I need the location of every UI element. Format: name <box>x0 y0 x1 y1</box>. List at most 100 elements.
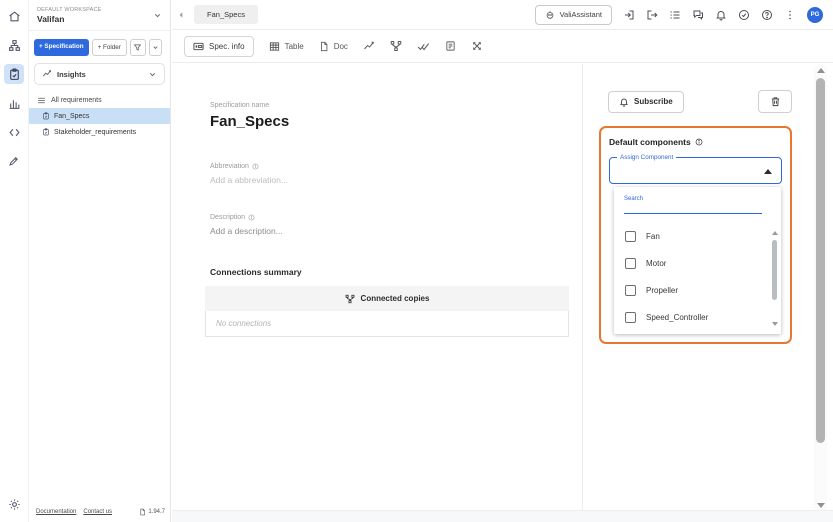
side-detail-panel: Subscribe Default components Assign Comp… <box>583 64 833 510</box>
all-requirements-row[interactable]: All requirements <box>29 93 170 108</box>
vali-assistant-button[interactable]: ValiAssistant <box>535 5 612 25</box>
spec-doc-icon <box>42 112 50 120</box>
subscribe-button[interactable]: Subscribe <box>608 91 684 113</box>
settings-gear-icon[interactable] <box>4 494 24 514</box>
abbreviation-label: Abbreviation <box>210 163 582 170</box>
collapse-sidebar-icon[interactable] <box>177 11 185 19</box>
scripting-icon[interactable] <box>4 122 24 142</box>
assign-component-select[interactable]: Assign Component <box>609 157 782 184</box>
connected-copies-icon <box>345 294 355 304</box>
tab-spec-info[interactable]: Spec. info <box>184 36 254 57</box>
default-components-label: Default components <box>609 137 691 147</box>
scroll-up-icon[interactable] <box>772 231 778 235</box>
help-icon[interactable] <box>761 9 773 21</box>
checkbox-fan[interactable] <box>625 231 636 242</box>
option-motor[interactable]: Motor <box>614 250 781 277</box>
search-underline <box>624 213 762 214</box>
connected-copies-label: Connected copies <box>361 294 430 303</box>
sidebar-footer: Documentation Contact us 1.94.7 <box>36 508 165 516</box>
collapse-arrow-icon[interactable] <box>764 169 772 174</box>
checkbox-motor[interactable] <box>625 258 636 269</box>
product-tree-icon[interactable] <box>4 35 24 55</box>
import-icon[interactable] <box>623 9 635 21</box>
notifications-bell-icon[interactable] <box>715 9 727 21</box>
contact-us-link[interactable]: Contact us <box>83 509 112 515</box>
tasks-icon[interactable] <box>669 9 681 21</box>
horizontal-scroll-strip <box>172 510 833 522</box>
option-speed-controller[interactable]: Speed_Controller <box>614 304 781 331</box>
sidebar-item-fan-specs[interactable]: Fan_Specs <box>29 108 170 124</box>
release-notes-icon <box>139 508 146 516</box>
add-specification-button[interactable]: + Specification <box>34 39 89 56</box>
spec-name-value[interactable]: Fan_Specs <box>210 113 582 130</box>
main-scrollbar[interactable] <box>814 66 827 510</box>
scroll-down-icon[interactable] <box>817 503 825 508</box>
assistant-robot-icon <box>545 10 555 20</box>
app-window: DEFAULT WORKSPACE Valifan + Specificatio… <box>0 0 833 522</box>
main-area: Fan_Specs ValiAssistant PG Spec. <box>172 0 833 522</box>
verification-check-icon[interactable] <box>417 40 430 53</box>
connections-empty-row: No connections <box>205 311 569 337</box>
analyses-icon[interactable] <box>4 93 24 113</box>
hierarchy-view-icon[interactable] <box>390 40 402 52</box>
tab-table[interactable]: Table <box>269 41 304 52</box>
default-components-title: Default components <box>609 137 782 147</box>
chevron-down-icon <box>148 70 157 79</box>
chart-view-icon[interactable] <box>363 40 375 52</box>
documentation-link[interactable]: Documentation <box>36 509 76 515</box>
requirements-icon[interactable] <box>4 64 24 84</box>
option-label: Propeller <box>646 286 678 295</box>
comments-icon[interactable] <box>692 9 704 21</box>
dropdown-scrollbar[interactable] <box>772 231 778 326</box>
delete-button[interactable] <box>758 90 792 113</box>
info-icon <box>252 163 259 170</box>
home-icon[interactable] <box>4 6 24 26</box>
checkbox-propeller[interactable] <box>625 285 636 296</box>
sidebar-item-label: Stakeholder_requirements <box>54 129 136 136</box>
description-field[interactable]: Add a description... <box>210 226 582 236</box>
subscribe-bell-icon <box>619 97 629 107</box>
form-view-icon[interactable] <box>445 40 456 52</box>
insights-toggle[interactable]: Insights <box>34 63 165 85</box>
option-label: Motor <box>646 259 666 268</box>
version-info: 1.94.7 <box>139 508 165 516</box>
scroll-down-icon[interactable] <box>772 322 778 326</box>
insights-label: Insights <box>57 70 143 79</box>
abbreviation-field[interactable]: Add a abbreviation... <box>210 175 582 185</box>
connections-cross-icon[interactable] <box>471 40 483 52</box>
content-area: Specification name Fan_Specs Abbreviatio… <box>172 64 833 510</box>
list-icon <box>37 96 46 105</box>
chevron-down-icon <box>153 11 162 20</box>
sidebar-item-stakeholder-requirements[interactable]: Stakeholder_requirements <box>29 124 170 140</box>
component-dropdown: Search Fan Motor <box>614 187 781 334</box>
more-options-button[interactable] <box>149 39 162 56</box>
main-scroll-thumb[interactable] <box>816 78 825 443</box>
tab-fan-specs[interactable]: Fan_Specs <box>194 5 258 24</box>
workspace-name: Valifan <box>37 14 153 24</box>
option-propeller[interactable]: Propeller <box>614 277 781 304</box>
workspace-text: DEFAULT WORKSPACE Valifan <box>37 7 153 24</box>
kebab-menu-icon[interactable] <box>784 9 796 21</box>
edit-icon[interactable] <box>4 151 24 171</box>
search-label: Search <box>624 196 771 202</box>
component-search-field[interactable]: Search <box>614 196 781 214</box>
filter-button[interactable] <box>130 39 146 56</box>
workspace-selector[interactable]: DEFAULT WORKSPACE Valifan <box>29 0 170 31</box>
approvals-icon[interactable] <box>738 9 750 21</box>
checkbox-speed-controller[interactable] <box>625 312 636 323</box>
default-components-panel: Default components Assign Component Sear… <box>599 126 792 344</box>
export-icon[interactable] <box>646 9 658 21</box>
tab-doc[interactable]: Doc <box>319 41 348 52</box>
scroll-up-icon[interactable] <box>817 68 825 73</box>
user-avatar[interactable]: PG <box>807 7 823 23</box>
topbar-actions: ValiAssistant PG <box>535 5 823 25</box>
spec-details: Specification name Fan_Specs Abbreviatio… <box>172 64 583 510</box>
trash-icon <box>770 96 781 107</box>
view-toolbar: Spec. info Table Doc <box>172 30 833 63</box>
dropdown-scroll-thumb[interactable] <box>772 240 777 300</box>
add-folder-button[interactable]: + Folder <box>92 39 127 56</box>
connections-table: Connected copies No connections <box>205 286 569 337</box>
option-fan[interactable]: Fan <box>614 223 781 250</box>
doc-label: Doc <box>334 42 348 51</box>
abbreviation-label-text: Abbreviation <box>210 163 249 170</box>
